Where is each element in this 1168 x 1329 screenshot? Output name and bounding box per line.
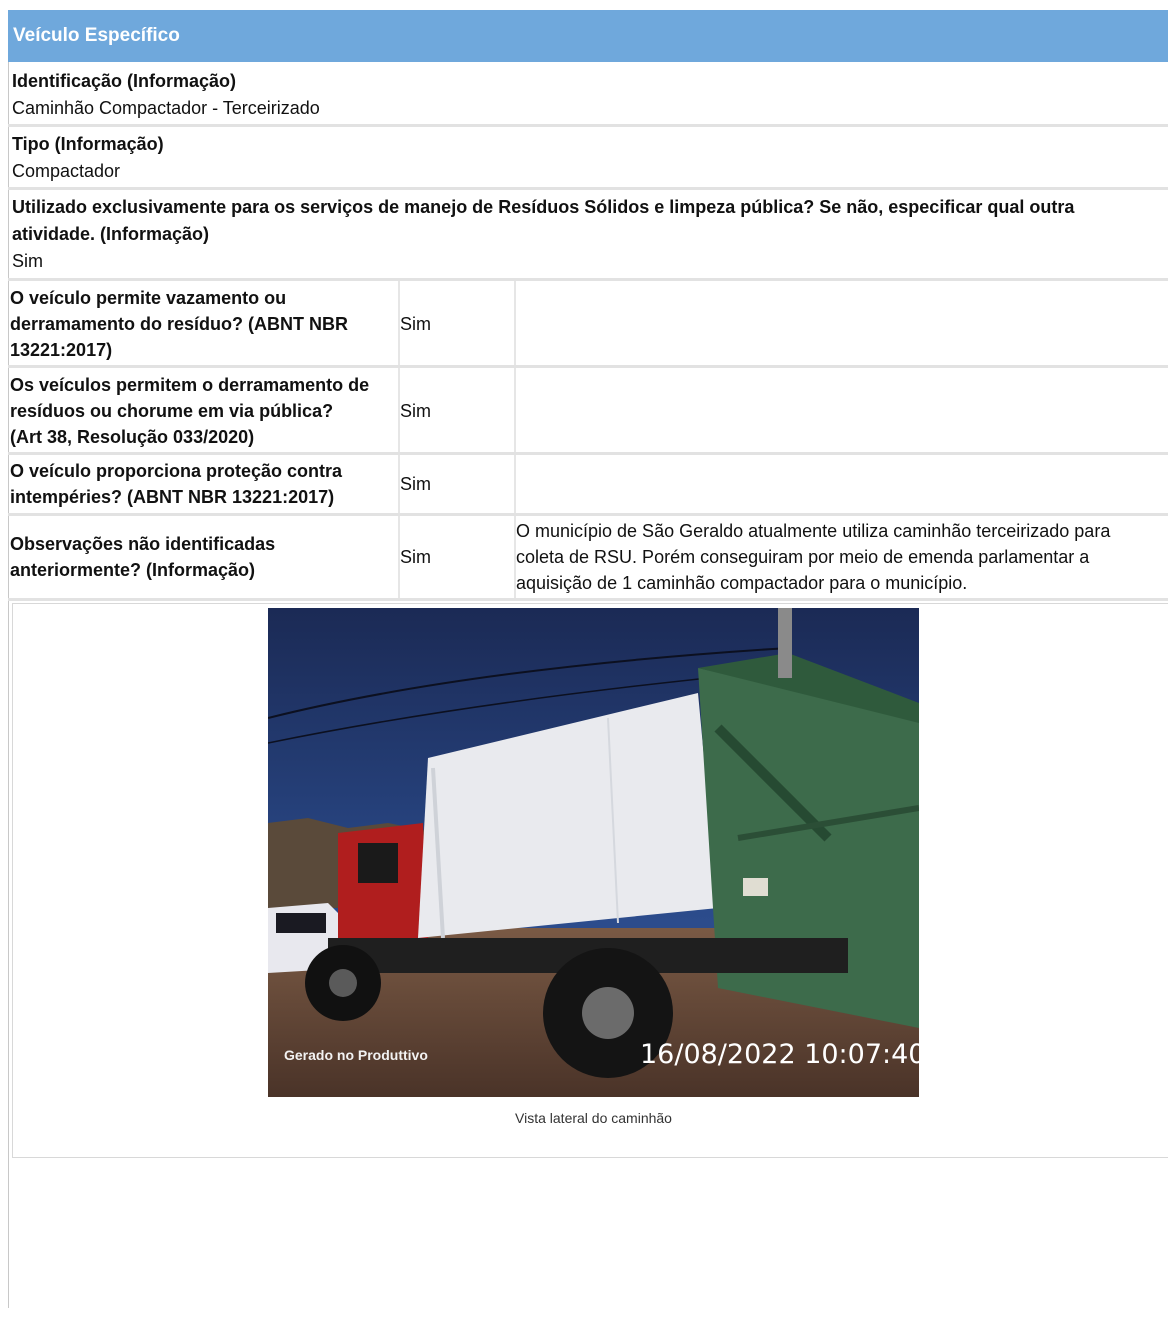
field-value: Sim: [12, 251, 43, 271]
section-header: Veículo Específico: [8, 10, 1168, 62]
field-value: Caminhão Compactador - Terceirizado: [12, 98, 320, 118]
truck-photo: [268, 608, 919, 1097]
row-separator: [8, 278, 1168, 281]
table-row-question: O veículo proporciona proteção contra int…: [10, 461, 343, 507]
table-row-answer: Sim: [400, 547, 431, 567]
row-separator: [8, 452, 1168, 455]
truck-photo-illustration: [268, 608, 919, 1097]
table-row-question: Os veículos permitem o derramamento de re…: [10, 375, 370, 447]
field-label: Tipo (Informação): [12, 134, 164, 154]
field-utilizado-exclusivamente: Utilizado exclusivamente para os serviço…: [8, 194, 1168, 275]
report-page: Veículo Específico Identificação (Inform…: [0, 0, 1168, 1329]
row-separator: [8, 598, 1168, 601]
field-label-line2: atividade. (Informação): [12, 224, 210, 244]
row-separator: [8, 187, 1168, 190]
field-label-line1: Utilizado exclusivamente para os serviço…: [12, 197, 1075, 217]
table-row-answer: Sim: [400, 474, 431, 494]
field-identificacao: Identificação (Informação) Caminhão Comp…: [8, 68, 1168, 122]
photo-watermark: Gerado no Produttivo: [284, 1047, 428, 1063]
row-separator: [8, 124, 1168, 127]
field-tipo: Tipo (Informação) Compactador: [8, 131, 1168, 185]
table-row-answer: Sim: [400, 401, 431, 421]
table-row-note: O município de São Geraldo atualmente ut…: [516, 521, 1111, 593]
table-row-answer: Sim: [400, 314, 431, 334]
row-separator: [8, 513, 1168, 516]
photo-timestamp: 16/08/2022 10:07:40: [640, 1039, 926, 1070]
table-row-question: O veículo permite vazamento ou derramamen…: [10, 288, 349, 360]
table-row-question: Observações não identificadas anteriormen…: [10, 534, 276, 580]
photo-caption: Vista lateral do caminhão: [515, 1110, 672, 1126]
row-separator: [8, 365, 1168, 368]
field-label: Identificação (Informação): [12, 71, 237, 91]
field-value: Compactador: [12, 161, 121, 181]
